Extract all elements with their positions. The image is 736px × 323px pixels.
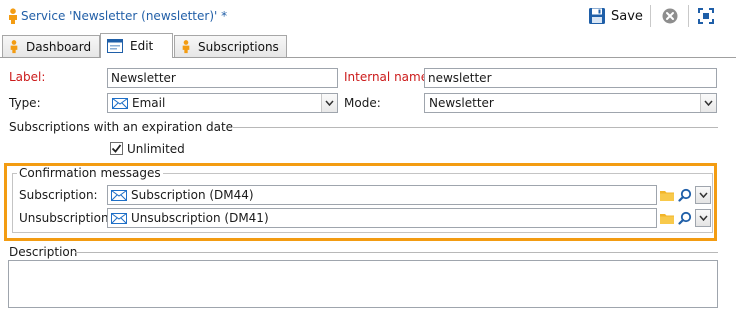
person-icon bbox=[182, 40, 190, 54]
mode-select[interactable]: Newsletter bbox=[424, 93, 717, 113]
toolbar-separator bbox=[688, 5, 689, 27]
toolbar-separator bbox=[650, 5, 651, 27]
save-label: Save bbox=[611, 8, 643, 24]
subscription-field[interactable]: Subscription (DM44) bbox=[107, 185, 657, 205]
search-icon[interactable] bbox=[677, 210, 693, 226]
save-icon bbox=[589, 8, 605, 24]
group-divider bbox=[233, 127, 718, 128]
close-icon[interactable] bbox=[662, 8, 678, 24]
email-icon bbox=[111, 189, 127, 201]
tab-subscriptions[interactable]: Subscriptions bbox=[174, 35, 287, 57]
chevron-down-icon[interactable] bbox=[695, 186, 711, 204]
type-select[interactable]: Email bbox=[107, 93, 338, 113]
internal-name-caption: Internal name: bbox=[344, 70, 433, 84]
subscription-value: Subscription (DM44) bbox=[131, 188, 254, 202]
checkmark-icon bbox=[111, 144, 122, 153]
form-window-icon bbox=[107, 39, 123, 53]
type-caption: Type: bbox=[9, 96, 41, 110]
label-field[interactable]: Newsletter bbox=[107, 68, 338, 88]
email-icon bbox=[112, 97, 128, 109]
chevron-down-icon[interactable] bbox=[700, 94, 716, 112]
tab-edit[interactable]: Edit bbox=[100, 33, 173, 58]
unsubscription-value: Unsubscription (DM41) bbox=[131, 211, 269, 225]
unlimited-checkbox[interactable] bbox=[110, 142, 123, 155]
window-title: Service 'Newsletter (newsletter)' * bbox=[21, 9, 228, 23]
folder-icon[interactable] bbox=[659, 187, 675, 203]
person-icon bbox=[10, 40, 18, 54]
chevron-down-icon[interactable] bbox=[695, 209, 711, 227]
unsubscription-field[interactable]: Unsubscription (DM41) bbox=[107, 208, 657, 228]
description-caption: Description bbox=[9, 245, 78, 259]
title-bar: Service 'Newsletter (newsletter)' * Save bbox=[0, 0, 736, 32]
confirmation-group-title: Confirmation messages bbox=[17, 166, 163, 180]
subscription-caption: Subscription: bbox=[19, 188, 98, 202]
save-button[interactable]: Save bbox=[588, 5, 643, 27]
tab-label: Dashboard bbox=[26, 39, 92, 54]
label-caption: Label: bbox=[9, 70, 46, 84]
tab-label: Edit bbox=[130, 39, 154, 53]
expiration-group-title: Subscriptions with an expiration date bbox=[9, 120, 234, 134]
group-divider bbox=[75, 252, 718, 253]
chevron-down-icon[interactable] bbox=[321, 94, 337, 112]
mode-caption: Mode: bbox=[344, 96, 381, 110]
unsubscription-caption: Unsubscription: bbox=[19, 211, 113, 225]
person-icon bbox=[9, 8, 17, 24]
internal-name-field[interactable]: newsletter bbox=[424, 68, 717, 88]
folder-icon[interactable] bbox=[659, 210, 675, 226]
mode-value: Newsletter bbox=[429, 96, 494, 110]
tab-dashboard[interactable]: Dashboard bbox=[2, 35, 100, 57]
email-icon bbox=[111, 212, 127, 224]
tab-label: Subscriptions bbox=[198, 39, 279, 54]
type-value: Email bbox=[132, 96, 166, 110]
search-icon[interactable] bbox=[677, 187, 693, 203]
description-textarea[interactable] bbox=[8, 260, 718, 308]
unlimited-label: Unlimited bbox=[127, 142, 185, 156]
maximize-icon[interactable] bbox=[697, 7, 715, 25]
